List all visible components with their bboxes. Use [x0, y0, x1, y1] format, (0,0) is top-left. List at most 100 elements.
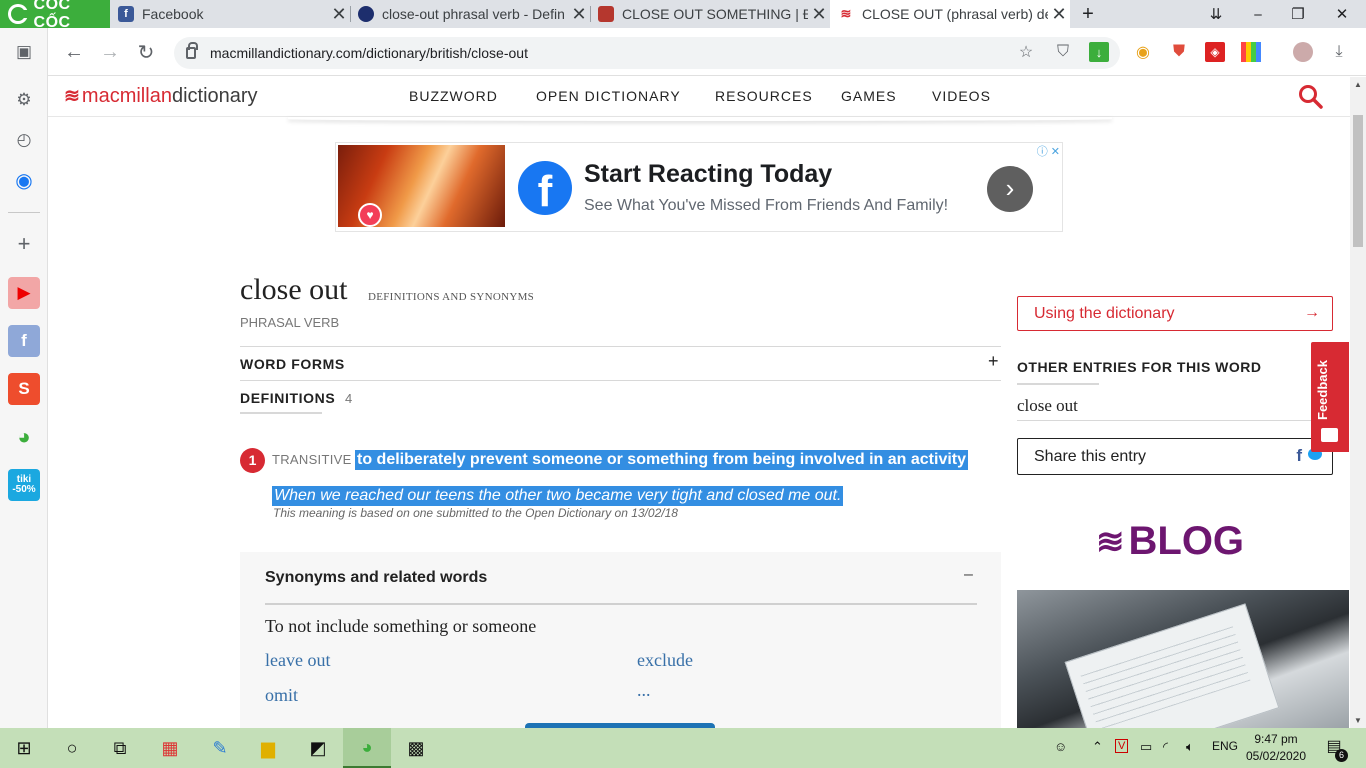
- wifi-icon[interactable]: ◜: [1163, 739, 1168, 755]
- cambridge-icon: [598, 6, 614, 22]
- word-forms-heading[interactable]: WORD FORMS: [240, 356, 345, 372]
- nav-videos[interactable]: VIDEOS: [932, 88, 991, 104]
- browser-toolbar: ← → ↻ macmillandictionary.com/dictionary…: [48, 28, 1366, 76]
- windows-start-icon[interactable]: ⊞: [0, 728, 48, 768]
- facebook-share-icon[interactable]: f: [1296, 446, 1302, 466]
- downloads-icon[interactable]: ⤓: [1329, 42, 1349, 62]
- ad-next-button[interactable]: ›: [987, 166, 1033, 212]
- scrollbar-thumb[interactable]: [1353, 115, 1363, 247]
- nav-buzzword[interactable]: BUZZWORD: [409, 88, 498, 104]
- feedback-tab[interactable]: Feedback: [1311, 342, 1349, 452]
- scroll-up-arrow-icon[interactable]: ▲: [1354, 80, 1362, 89]
- action-center-icon[interactable]: ▤ 6: [1322, 736, 1348, 762]
- bookmark-star-icon[interactable]: ☆: [1016, 42, 1036, 62]
- blog-label: BLOG: [1128, 519, 1245, 563]
- unikey-icon[interactable]: V: [1115, 739, 1129, 753]
- close-window-button[interactable]: ✕: [1322, 0, 1362, 28]
- taskbar-app-icon[interactable]: ▦: [146, 728, 194, 768]
- shopee-icon[interactable]: S: [8, 373, 40, 405]
- macmillan-icon: ≋: [838, 6, 854, 22]
- paint-icon[interactable]: ✎: [196, 728, 244, 768]
- taskbar-clock[interactable]: 9:47 pm 05/02/2020: [1244, 731, 1308, 765]
- back-button[interactable]: ←: [60, 38, 88, 66]
- nav-games[interactable]: GAMES: [841, 88, 897, 104]
- tab-search-icon[interactable]: ⇊: [1196, 0, 1236, 28]
- synonym-link[interactable]: leave out: [265, 650, 330, 671]
- blog-logo[interactable]: ≋ BLOG: [1096, 519, 1244, 564]
- volume-icon[interactable]: 🔈︎: [1186, 739, 1194, 755]
- tab-facebook[interactable]: f Facebook ✕: [110, 0, 350, 28]
- nav-open-dictionary[interactable]: OPEN DICTIONARY: [536, 88, 681, 104]
- coccoc-menu-button[interactable]: CỐC CỐC: [0, 0, 110, 31]
- ad-headline: Start Reacting Today: [584, 160, 833, 188]
- cortana-search-icon[interactable]: ○: [48, 728, 96, 768]
- expand-plus-icon[interactable]: +: [988, 351, 999, 372]
- coccoc-taskbar-icon[interactable]: ◕: [343, 728, 391, 768]
- ad-choices-icon[interactable]: ⓘ ✕: [1037, 143, 1060, 159]
- coccoc-panel-icon[interactable]: ◕: [8, 421, 40, 453]
- restore-button[interactable]: ❐: [1278, 0, 1318, 28]
- download-extension-icon[interactable]: ↓: [1089, 42, 1109, 62]
- blog-image-paper: [1064, 603, 1280, 728]
- collapse-minus-icon[interactable]: –: [964, 566, 973, 584]
- forward-button[interactable]: →: [96, 38, 124, 66]
- messenger-icon[interactable]: ◉: [8, 164, 40, 196]
- synonyms-title[interactable]: Synonyms and related words: [265, 569, 487, 587]
- feedback-label: Feedback: [1315, 360, 1330, 420]
- minimize-button[interactable]: ⎯: [1238, 0, 1278, 28]
- tab-title: CLOSE OUT SOMETHING | Địn: [622, 6, 808, 22]
- settings-gear-icon[interactable]: ⚙: [8, 84, 40, 116]
- synonym-more-link[interactable]: ...: [637, 680, 651, 701]
- extension-circle-icon[interactable]: ◉: [1133, 42, 1153, 62]
- adblock-shield-icon[interactable]: ⛊: [1169, 42, 1189, 62]
- nav-resources[interactable]: RESOURCES: [715, 88, 813, 104]
- macmillan-logo[interactable]: ≋ macmillan dictionary: [64, 85, 258, 108]
- people-icon[interactable]: ☺: [1054, 739, 1067, 754]
- language-indicator[interactable]: ENG: [1212, 739, 1238, 753]
- macmillan-logo-icon: ≋: [64, 86, 80, 107]
- battery-icon[interactable]: ▭: [1140, 739, 1152, 755]
- extension-red-icon[interactable]: ◈: [1205, 42, 1225, 62]
- file-explorer-icon[interactable]: ▆: [244, 728, 292, 768]
- advertisement-banner[interactable]: ♥ f Start Reacting Today See What You've…: [335, 142, 1063, 232]
- task-view-icon[interactable]: ⧉: [96, 728, 144, 768]
- add-panel-icon[interactable]: +: [8, 228, 40, 260]
- other-entries-underline: [1017, 383, 1099, 385]
- facebook-panel-icon[interactable]: f: [8, 325, 40, 357]
- address-bar[interactable]: macmillandictionary.com/dictionary/briti…: [174, 37, 1120, 69]
- tab-oxford[interactable]: close-out phrasal verb - Defin ✕: [350, 0, 590, 28]
- profile-avatar[interactable]: [1293, 42, 1313, 62]
- new-tab-button[interactable]: +: [1068, 0, 1108, 28]
- lock-icon: [186, 42, 198, 59]
- other-entry-link[interactable]: close out: [1017, 396, 1078, 416]
- synonym-link[interactable]: omit: [265, 685, 298, 706]
- reload-button[interactable]: ↻: [132, 38, 160, 66]
- scroll-down-arrow-icon[interactable]: ▼: [1354, 716, 1362, 725]
- clock-time: 9:47 pm: [1254, 732, 1298, 746]
- history-icon[interactable]: ◴: [8, 124, 40, 156]
- page-scrollbar[interactable]: ▲ ▼: [1350, 77, 1366, 728]
- browser-tab-strip: CỐC CỐC f Facebook ✕ close-out phrasal v…: [0, 0, 1366, 31]
- sticky-app-icon[interactable]: ◩: [294, 728, 342, 768]
- using-dictionary-button[interactable]: Using the dictionary →: [1017, 296, 1333, 331]
- close-tab-icon[interactable]: ✕: [1048, 4, 1070, 25]
- arrow-right-icon: →: [1304, 304, 1320, 321]
- taskbar-app-icon[interactable]: ▩: [392, 728, 440, 768]
- color-extension-icon[interactable]: [1241, 42, 1261, 62]
- close-tab-icon[interactable]: ✕: [808, 4, 830, 25]
- youtube-icon[interactable]: ▶: [8, 277, 40, 309]
- divider: [1017, 420, 1333, 421]
- close-tab-icon[interactable]: ✕: [568, 4, 590, 25]
- close-tab-icon[interactable]: ✕: [328, 4, 350, 25]
- tiki-icon[interactable]: tiki -50%: [8, 469, 40, 501]
- shield-icon[interactable]: ⛉: [1053, 42, 1073, 62]
- tab-cambridge[interactable]: CLOSE OUT SOMETHING | Địn ✕: [590, 0, 830, 28]
- browser-side-panel: ▣ ⚙ ◴ ◉ + ▶ f S ◕ tiki -50%: [0, 28, 48, 728]
- blog-image[interactable]: [1017, 590, 1349, 728]
- sidebar-toggle-icon[interactable]: ▣: [8, 36, 40, 68]
- show-hidden-icons[interactable]: ⌃: [1092, 739, 1103, 755]
- synonym-link[interactable]: exclude: [637, 650, 693, 671]
- search-icon[interactable]: [1298, 84, 1324, 110]
- divider: [240, 346, 1001, 347]
- tab-macmillan[interactable]: ≋ CLOSE OUT (phrasal verb) def ✕: [830, 0, 1070, 28]
